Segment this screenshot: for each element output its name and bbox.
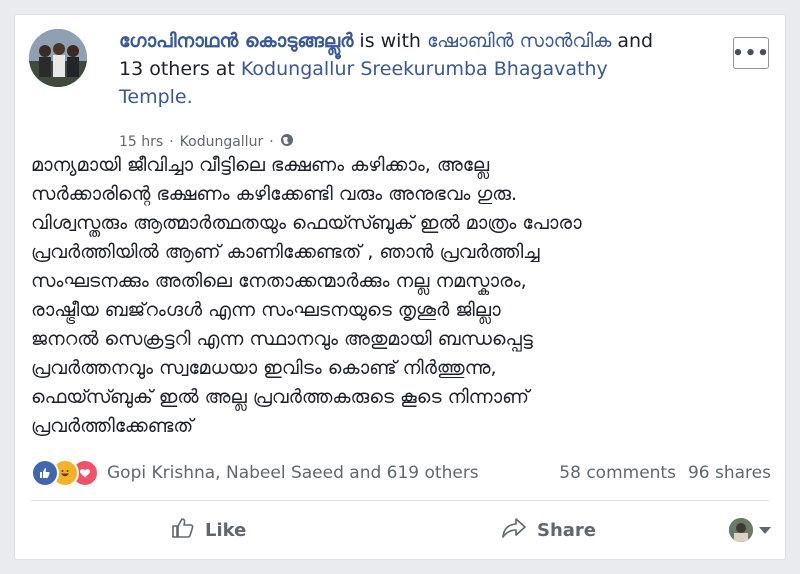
post-body-line: വിശ്വസ്തരും ആത്മാർത്ഥതയും ഫെയ്സ്ബുക് ഇൽ …	[31, 212, 582, 234]
like-reaction-icon[interactable]	[31, 459, 59, 487]
post-body-line: മാന്യമായി ജീവിച്ചാ വീട്ടിലെ ഭക്ഷണം കഴിക്…	[31, 154, 490, 176]
globe-icon	[280, 133, 294, 151]
actor-avatar	[729, 518, 753, 542]
comments-count-link[interactable]: 58 comments	[559, 463, 676, 483]
like-button[interactable]: Like	[171, 516, 246, 545]
engagement-counts: 58 comments 96 shares	[559, 463, 771, 483]
post-meta: 15 hrs · Kodungallur ·	[119, 133, 294, 151]
action-bar: Like Share	[31, 507, 771, 553]
action-divider	[31, 500, 769, 501]
meta-separator: ·	[169, 134, 174, 150]
post-body-line: സർക്കാരിന്റെ ഭക്ഷണം കഴിക്കേണ്ടി വരും അനു…	[31, 183, 518, 205]
post-body-line: പ്രവർത്തിയിൽ ആണ് കാണിക്കേണ്ടത് , ഞാൻ പ്ര…	[31, 241, 540, 263]
share-button[interactable]: Share	[501, 517, 596, 544]
post-body-line: ഫെയ്സ്ബുക് ഇൽ അല്ല പ്രവർത്തകരുടെ കൂടെ നി…	[31, 386, 530, 408]
tagged-person-link[interactable]: ഷോബിൻ സാൻവിക	[427, 30, 611, 52]
post-as-selector[interactable]	[729, 518, 771, 542]
post-time[interactable]: 15 hrs	[119, 134, 163, 150]
post-body: മാന്യമായി ജീവിച്ചാ വീട്ടിലെ ഭക്ഷണം കഴിക്…	[31, 151, 781, 441]
is-with-text: is with	[353, 30, 427, 52]
meta-separator: ·	[269, 134, 274, 150]
post-body-line: രാഷ്ട്രീയ ബജ്‌റംഗ്ദൾ എന്ന സംഘടനയുടെ തൃശൂ…	[31, 299, 501, 321]
shares-count-link[interactable]: 96 shares	[688, 463, 771, 483]
post-card: ഗോപിനാഥൻ കൊടുങ്ങല്ലൂർ is with ഷോബിൻ സാൻവ…	[14, 14, 786, 560]
reactors-link[interactable]: Gopi Krishna, Nabeel Saeed and 619 other…	[107, 463, 479, 483]
author-name-link[interactable]: ഗോപിനാഥൻ കൊടുങ്ങല്ലൂർ	[119, 30, 353, 52]
like-label: Like	[205, 519, 247, 541]
at-text: at	[209, 58, 241, 80]
post-body-line: ജനറൽ സെക്രട്ടറി എന്ന സ്ഥാനവും അതുമായി ബന…	[31, 328, 533, 350]
post-body-line: സംഘടനക്കും അതിലെ നേതാക്കന്മാർക്കും നല്ല …	[31, 270, 527, 292]
share-label: Share	[537, 519, 597, 541]
post-body-line: പ്രവർത്തിക്കേണ്ടത്	[31, 415, 194, 437]
chevron-down-icon	[759, 526, 771, 534]
more-options-button[interactable]: •••	[732, 37, 769, 69]
reactions-bar: Gopi Krishna, Nabeel Saeed and 619 other…	[31, 457, 771, 489]
post-body-line: പ്രവർത്തനവും സ്വമേധയാ ഇവിടം കൊണ്ട് നിർത്…	[31, 357, 497, 379]
post-location[interactable]: Kodungallur	[180, 134, 264, 150]
thumbs-up-icon	[171, 516, 195, 545]
share-arrow-icon	[501, 517, 527, 544]
post-heading: ഗോപിനാഥൻ കൊടുങ്ങല്ലൂർ is with ഷോബിൻ സാൻവ…	[119, 27, 679, 111]
author-avatar[interactable]	[29, 29, 87, 87]
